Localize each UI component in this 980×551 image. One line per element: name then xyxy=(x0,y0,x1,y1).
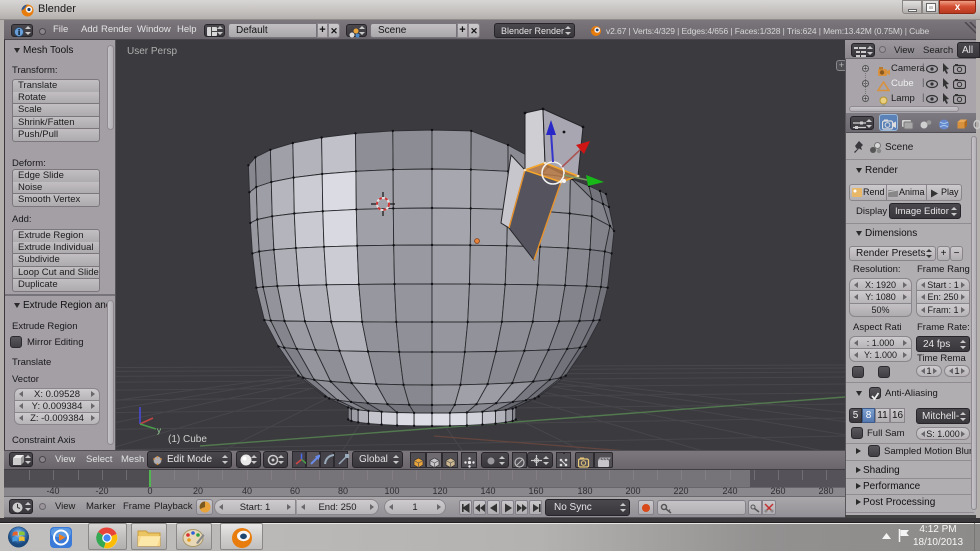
svg-text:y: y xyxy=(157,426,161,435)
